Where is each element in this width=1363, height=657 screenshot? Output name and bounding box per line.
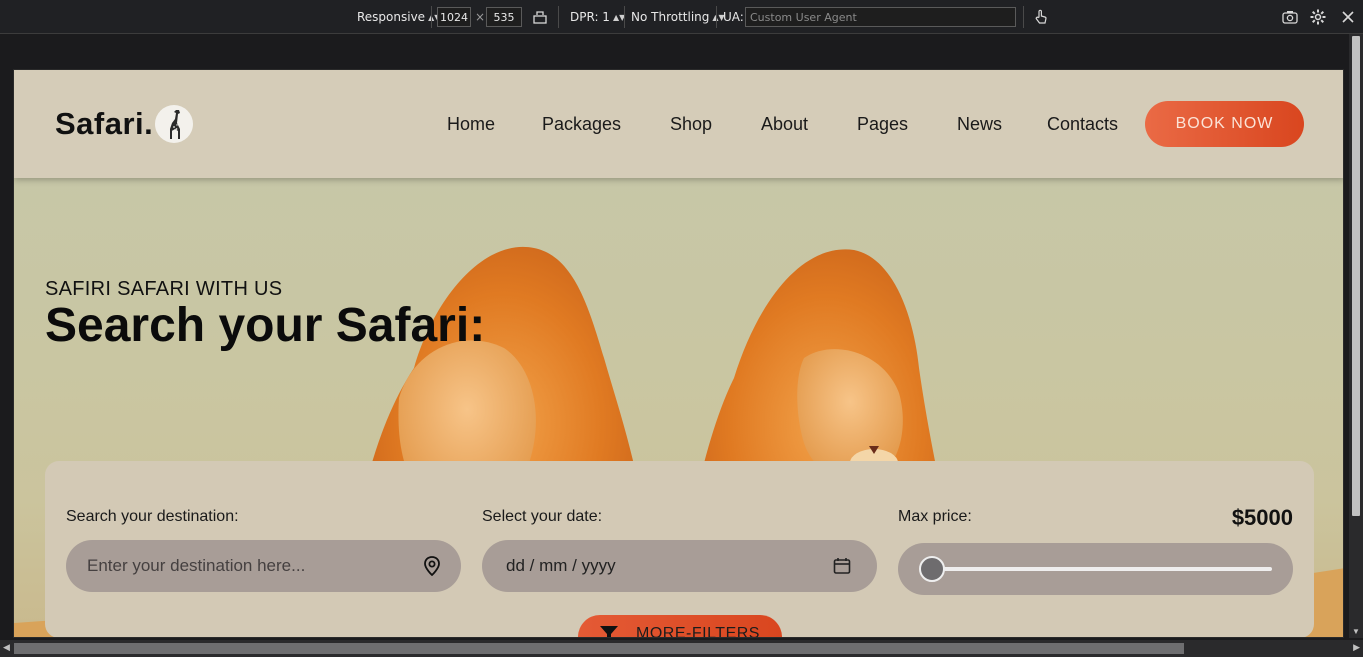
divider — [431, 6, 432, 28]
touch-icon[interactable] — [1032, 8, 1050, 26]
devtools-toolbar: Responsive ▲▼ 1024 × 535 DPR: 1 ▲▼ No Thro… — [0, 0, 1363, 34]
dpr-label: DPR: 1 — [570, 10, 610, 24]
gear-icon[interactable] — [1309, 8, 1327, 26]
filter-icon — [600, 626, 619, 637]
price-label: Max price: — [898, 508, 972, 525]
nav-shop[interactable]: Shop — [670, 114, 712, 135]
throttling-label: No Throttling — [631, 10, 710, 24]
chevron-down-icon[interactable]: ▼ — [1352, 627, 1360, 636]
nav-news[interactable]: News — [957, 114, 1002, 135]
divider — [558, 6, 559, 28]
ua-label: UA: — [723, 10, 744, 24]
date-label: Select your date: — [482, 508, 603, 525]
viewport-width-input[interactable]: 1024 — [437, 7, 471, 27]
dpr-select[interactable]: DPR: 1 ▲▼ — [570, 0, 625, 34]
date-input[interactable]: dd / mm / yyyy — [482, 540, 877, 592]
calendar-icon[interactable] — [833, 557, 851, 580]
viewport-height-input[interactable]: 535 — [486, 7, 522, 27]
chevron-right-icon[interactable]: ▶ — [1353, 642, 1360, 653]
throttling-select[interactable]: No Throttling ▲▼ — [631, 0, 725, 34]
divider — [624, 6, 625, 28]
destination-placeholder: Enter your destination here... — [87, 556, 306, 575]
nav-pages[interactable]: Pages — [857, 114, 908, 135]
location-pin-icon — [423, 556, 441, 581]
nav-contacts[interactable]: Contacts — [1047, 114, 1118, 135]
site-header: Safari. Home Packages Shop About Pages N… — [14, 70, 1343, 178]
more-filters-button[interactable]: MORE-FILTERS — [578, 615, 782, 638]
close-icon[interactable] — [1339, 8, 1357, 26]
vertical-scrollbar-thumb[interactable] — [1352, 36, 1360, 516]
screenshot-icon[interactable] — [1281, 8, 1299, 26]
page-viewport: Safari. Home Packages Shop About Pages N… — [13, 69, 1344, 638]
vertical-scrollbar[interactable]: ▼ — [1349, 34, 1363, 638]
date-placeholder: dd / mm / yyyy — [506, 556, 616, 575]
nav-about[interactable]: About — [761, 114, 808, 135]
dimension-separator: × — [475, 10, 486, 24]
chevron-left-icon[interactable]: ◀ — [3, 642, 10, 653]
slider-thumb[interactable] — [919, 556, 945, 582]
horizontal-scrollbar-thumb[interactable] — [14, 643, 1184, 654]
divider — [716, 6, 717, 28]
search-panel: Search your destination: Enter your dest… — [45, 461, 1314, 638]
more-filters-label: MORE-FILTERS — [636, 625, 760, 638]
price-value: $5000 — [1231, 505, 1293, 530]
horizontal-scrollbar[interactable]: ◀ ▶ — [0, 640, 1363, 657]
user-agent-input[interactable]: Custom User Agent — [745, 7, 1016, 27]
divider — [1023, 6, 1024, 28]
device-mode-label: Responsive — [357, 10, 426, 24]
device-mode-select[interactable]: Responsive ▲▼ — [357, 0, 440, 34]
nav-home[interactable]: Home — [447, 114, 495, 135]
slider-track[interactable] — [932, 567, 1272, 571]
book-now-button[interactable]: BOOK NOW — [1145, 101, 1304, 147]
nav-packages[interactable]: Packages — [542, 114, 621, 135]
hero-title: Search your Safari: — [45, 299, 486, 352]
destination-input[interactable]: Enter your destination here... — [66, 540, 461, 592]
destination-label: Search your destination: — [66, 508, 239, 525]
rotate-icon[interactable] — [531, 8, 549, 26]
price-slider[interactable] — [898, 543, 1293, 595]
